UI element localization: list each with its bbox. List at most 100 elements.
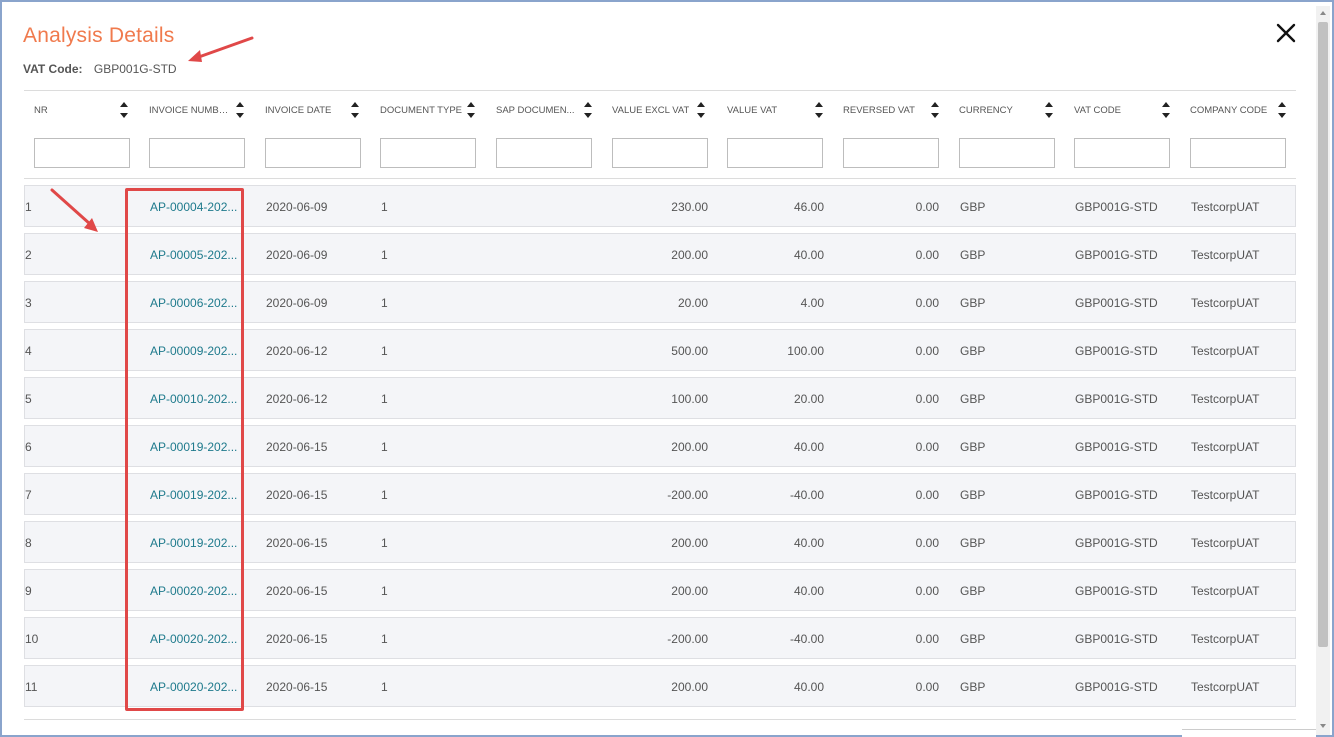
dialog-title: Analysis Details — [23, 24, 175, 47]
vat-code: GBP001G-STD — [1075, 296, 1158, 310]
table-row: 11 AP-00020-202... 2020-06-15 1 200.00 40.00 0… — [24, 665, 1296, 707]
sap-document — [497, 522, 597, 564]
invoice-number-link[interactable]: AP-00010-202... — [150, 378, 243, 420]
invoice-number-link[interactable]: AP-00019-202... — [150, 474, 243, 516]
document-type: 1 — [381, 536, 388, 550]
sort-icon[interactable] — [119, 98, 129, 122]
row-number: 11 — [25, 680, 38, 694]
invoice-number-link[interactable]: AP-00004-202... — [150, 186, 243, 228]
invoice-number-link[interactable]: AP-00009-202... — [150, 330, 243, 372]
bottom-corner-panel — [1182, 729, 1316, 737]
scroll-up-icon[interactable] — [1318, 8, 1328, 18]
reversed-vat: 0.00 — [915, 248, 939, 262]
table-row: 4 AP-00009-202... 2020-06-12 1 500.00 100.00 0… — [24, 329, 1296, 371]
column-header-label: INVOICE NUMBER — [149, 104, 231, 116]
document-type: 1 — [381, 200, 388, 214]
document-type: 1 — [381, 344, 388, 358]
sort-icon[interactable] — [350, 98, 360, 122]
column-header[interactable]: VAT CODE — [1074, 98, 1157, 122]
reversed-vat: 0.00 — [915, 680, 939, 694]
column-filter-input[interactable] — [265, 138, 361, 168]
value-excl-vat: 200.00 — [671, 680, 708, 694]
column-header[interactable]: VALUE EXCL VAT — [612, 98, 692, 122]
sort-icon[interactable] — [583, 98, 593, 122]
column-header[interactable]: INVOICE DATE — [265, 98, 346, 122]
filter-divider — [24, 178, 1296, 179]
column-filter-input[interactable] — [727, 138, 823, 168]
column-filter-input[interactable] — [959, 138, 1055, 168]
column-filter-input[interactable] — [1074, 138, 1170, 168]
document-type: 1 — [381, 680, 388, 694]
row-number: 4 — [25, 344, 32, 358]
sort-icon[interactable] — [930, 98, 940, 122]
sort-icon[interactable] — [1277, 98, 1287, 122]
sort-icon[interactable] — [696, 98, 706, 122]
currency: GBP — [960, 296, 986, 310]
vat-code: GBP001G-STD — [1075, 344, 1158, 358]
currency: GBP — [960, 632, 986, 646]
invoice-number-link[interactable]: AP-00005-202... — [150, 234, 243, 276]
sort-icon[interactable] — [814, 98, 824, 122]
vat-code: GBP001G-STD — [1075, 440, 1158, 454]
sap-document — [497, 378, 597, 420]
invoice-number-link[interactable]: AP-00006-202... — [150, 282, 243, 324]
column-header[interactable]: CURRENCY — [959, 98, 1040, 122]
company-code: TestcorpUAT — [1191, 632, 1260, 646]
sap-document — [497, 234, 597, 276]
company-code: TestcorpUAT — [1191, 440, 1260, 454]
column-header-label: REVERSED VAT — [843, 104, 915, 116]
column-filter-input[interactable] — [34, 138, 130, 168]
column-filter-input[interactable] — [612, 138, 708, 168]
currency: GBP — [960, 344, 986, 358]
sort-icon[interactable] — [1044, 98, 1054, 122]
column-filter-input[interactable] — [380, 138, 476, 168]
scrollbar-thumb[interactable] — [1318, 22, 1328, 647]
reversed-vat: 0.00 — [915, 344, 939, 358]
column-header[interactable]: SAP DOCUMEN... — [496, 98, 579, 122]
invoice-number-link[interactable]: AP-00020-202... — [150, 666, 243, 708]
invoice-date: 2020-06-15 — [266, 680, 328, 694]
sort-icon[interactable] — [1161, 98, 1171, 122]
invoice-date: 2020-06-15 — [266, 536, 328, 550]
column-filter-input[interactable] — [149, 138, 245, 168]
company-code: TestcorpUAT — [1191, 344, 1260, 358]
sap-document — [497, 282, 597, 324]
column-header[interactable]: DOCUMENT TYPE — [380, 98, 462, 122]
column-header[interactable]: COMPANY CODE — [1190, 98, 1273, 122]
invoice-number-link[interactable]: AP-00019-202... — [150, 426, 243, 468]
table-row: 7 AP-00019-202... 2020-06-15 1 -200.00 -40.00… — [24, 473, 1296, 515]
value-vat: 40.00 — [793, 248, 824, 262]
currency: GBP — [960, 200, 986, 214]
table-row: 9 AP-00020-202... 2020-06-15 1 200.00 40.00 0.… — [24, 569, 1296, 611]
scroll-down-icon[interactable] — [1318, 721, 1328, 731]
column-header[interactable]: INVOICE NUMBER — [149, 98, 231, 122]
reversed-vat: 0.00 — [915, 584, 939, 598]
column-header-label: CURRENCY — [959, 104, 1013, 116]
invoice-date: 2020-06-15 — [266, 488, 328, 502]
company-code: TestcorpUAT — [1191, 296, 1260, 310]
value-excl-vat: 200.00 — [671, 536, 708, 550]
invoice-number-link[interactable]: AP-00020-202... — [150, 570, 243, 612]
column-filter-input[interactable] — [496, 138, 592, 168]
company-code: TestcorpUAT — [1191, 248, 1260, 262]
table-row: 2 AP-00005-202... 2020-06-09 1 200.00 40.00 0.… — [24, 233, 1296, 275]
invoice-number-link[interactable]: AP-00019-202... — [150, 522, 243, 564]
column-header-label: NR — [34, 104, 48, 116]
value-vat: -40.00 — [789, 632, 824, 646]
column-header[interactable]: VALUE VAT — [727, 98, 810, 122]
sort-icon[interactable] — [466, 98, 476, 122]
document-type: 1 — [381, 392, 388, 406]
row-number: 8 — [25, 536, 32, 550]
column-filter-input[interactable] — [843, 138, 939, 168]
column-filter-input[interactable] — [1190, 138, 1286, 168]
column-header-label: INVOICE DATE — [265, 104, 332, 116]
sort-icon[interactable] — [235, 98, 245, 122]
close-button[interactable] — [1273, 20, 1299, 46]
column-header-label: VAT CODE — [1074, 104, 1121, 116]
value-excl-vat: 20.00 — [677, 296, 708, 310]
column-header[interactable]: NR — [34, 98, 115, 122]
column-header[interactable]: REVERSED VAT — [843, 98, 926, 122]
company-code: TestcorpUAT — [1191, 536, 1260, 550]
value-excl-vat: 230.00 — [671, 200, 708, 214]
invoice-number-link[interactable]: AP-00020-202... — [150, 618, 243, 660]
